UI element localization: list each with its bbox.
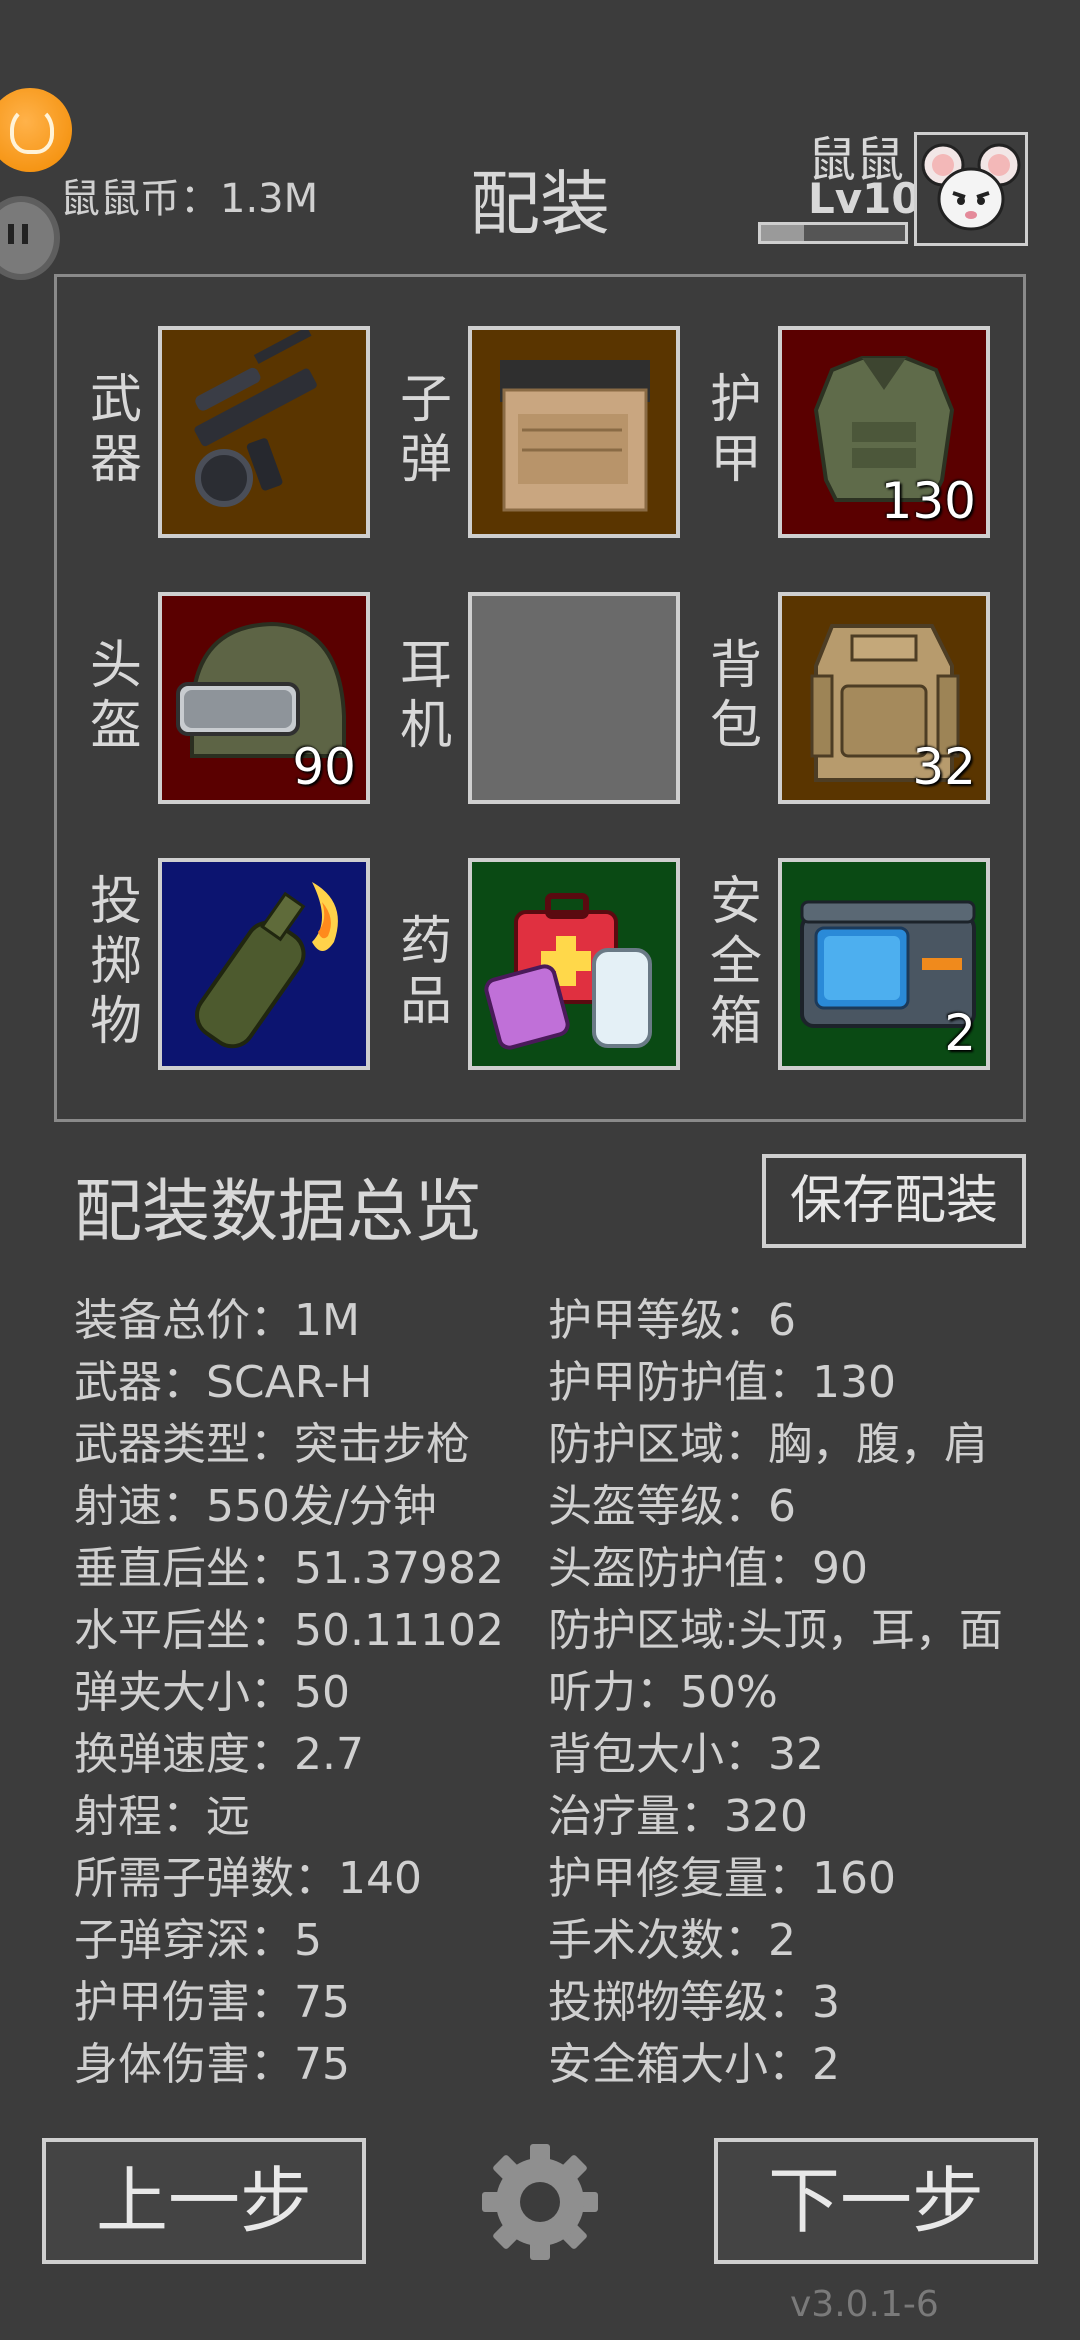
stat-penetration: 子弹穿深：5 bbox=[74, 1915, 322, 1966]
slot-helmet[interactable]: 90 bbox=[158, 592, 370, 804]
stat-armor-zones: 防护区域：胸，腹，肩 bbox=[548, 1419, 988, 1470]
stat-helmet-protection: 头盔防护值：90 bbox=[548, 1543, 868, 1594]
summary-title: 配装数据总览 bbox=[74, 1173, 483, 1252]
slot-label-headset: 耳机 bbox=[399, 636, 452, 756]
next-step-button[interactable]: 下一步 bbox=[714, 2138, 1038, 2264]
settings-gear-icon[interactable] bbox=[476, 2138, 604, 2266]
stat-magazine-size: 弹夹大小：50 bbox=[74, 1667, 350, 1718]
stat-vertical-recoil: 垂直后坐：51.37982 bbox=[74, 1543, 504, 1594]
helmet-durability: 90 bbox=[292, 738, 356, 796]
safe-box-size: 2 bbox=[944, 1004, 976, 1062]
slot-ammo[interactable] bbox=[468, 326, 680, 538]
rifle-icon bbox=[194, 330, 317, 507]
slot-label-ammo: 子弹 bbox=[399, 370, 452, 490]
slot-headset-empty[interactable] bbox=[468, 592, 680, 804]
slot-label-armor: 护甲 bbox=[709, 370, 762, 490]
slot-medicine[interactable] bbox=[468, 858, 680, 1070]
stat-armor-repair: 护甲修复量：160 bbox=[548, 1853, 896, 1904]
stat-total-price: 装备总价：1M bbox=[74, 1295, 360, 1346]
player-level: Lv10 bbox=[808, 174, 921, 223]
slot-throwable[interactable] bbox=[158, 858, 370, 1070]
stat-fire-rate: 射速：550发/分钟 bbox=[74, 1481, 437, 1532]
previous-step-button[interactable]: 上一步 bbox=[42, 2138, 366, 2264]
stat-armor-protection: 护甲防护值：130 bbox=[548, 1357, 896, 1408]
save-loadout-button[interactable]: 保存配装 bbox=[762, 1154, 1026, 1248]
molotov-icon bbox=[195, 882, 338, 1049]
ammo-box-icon bbox=[500, 360, 650, 512]
stat-horizontal-recoil: 水平后坐：50.11102 bbox=[74, 1605, 504, 1656]
version-label: v3.0.1-6 bbox=[790, 2284, 939, 2325]
stat-backpack-size: 背包大小：32 bbox=[548, 1729, 824, 1780]
player-avatar[interactable] bbox=[914, 132, 1028, 246]
mouse-avatar-icon bbox=[921, 143, 1021, 231]
stat-armor-level: 护甲等级：6 bbox=[548, 1295, 796, 1346]
stat-safe-box-size: 安全箱大小：2 bbox=[548, 2039, 840, 2090]
slot-safe-box[interactable]: 2 bbox=[778, 858, 990, 1070]
stat-weapon: 武器：SCAR-H bbox=[74, 1357, 373, 1408]
armor-durability: 130 bbox=[880, 472, 976, 530]
stat-hearing: 听力：50% bbox=[548, 1667, 778, 1718]
backpack-capacity: 32 bbox=[912, 738, 976, 796]
slot-label-throwable: 投掷物 bbox=[89, 872, 142, 1052]
stat-throwable-level: 投掷物等级：3 bbox=[548, 1977, 840, 2028]
stat-range: 射程：远 bbox=[74, 1791, 250, 1842]
slot-armor[interactable]: 130 bbox=[778, 326, 990, 538]
stat-required-ammo: 所需子弹数：140 bbox=[74, 1853, 422, 1904]
slot-label-medicine: 药品 bbox=[399, 912, 452, 1032]
slot-label-safe-box: 安全箱 bbox=[709, 872, 762, 1052]
stat-armor-damage: 护甲伤害：75 bbox=[74, 1977, 350, 2028]
stat-reload-speed: 换弹速度：2.7 bbox=[74, 1729, 364, 1780]
slot-label-weapon: 武器 bbox=[89, 370, 142, 490]
stat-helmet-zones: 防护区域:头顶，耳，面 bbox=[548, 1605, 1003, 1656]
stat-weapon-type: 武器类型：突击步枪 bbox=[74, 1419, 470, 1470]
xp-progress-bar bbox=[758, 222, 908, 244]
stat-healing: 治疗量：320 bbox=[548, 1791, 808, 1842]
slot-backpack[interactable]: 32 bbox=[778, 592, 990, 804]
slot-weapon[interactable] bbox=[158, 326, 370, 538]
stat-body-damage: 身体伤害：75 bbox=[74, 2039, 350, 2090]
slot-label-helmet: 头盔 bbox=[89, 636, 142, 756]
medkit-icon bbox=[484, 893, 652, 1050]
stat-helmet-level: 头盔等级：6 bbox=[548, 1481, 796, 1532]
stat-surgery-count: 手术次数：2 bbox=[548, 1915, 796, 1966]
slot-label-backpack: 背包 bbox=[709, 636, 762, 756]
